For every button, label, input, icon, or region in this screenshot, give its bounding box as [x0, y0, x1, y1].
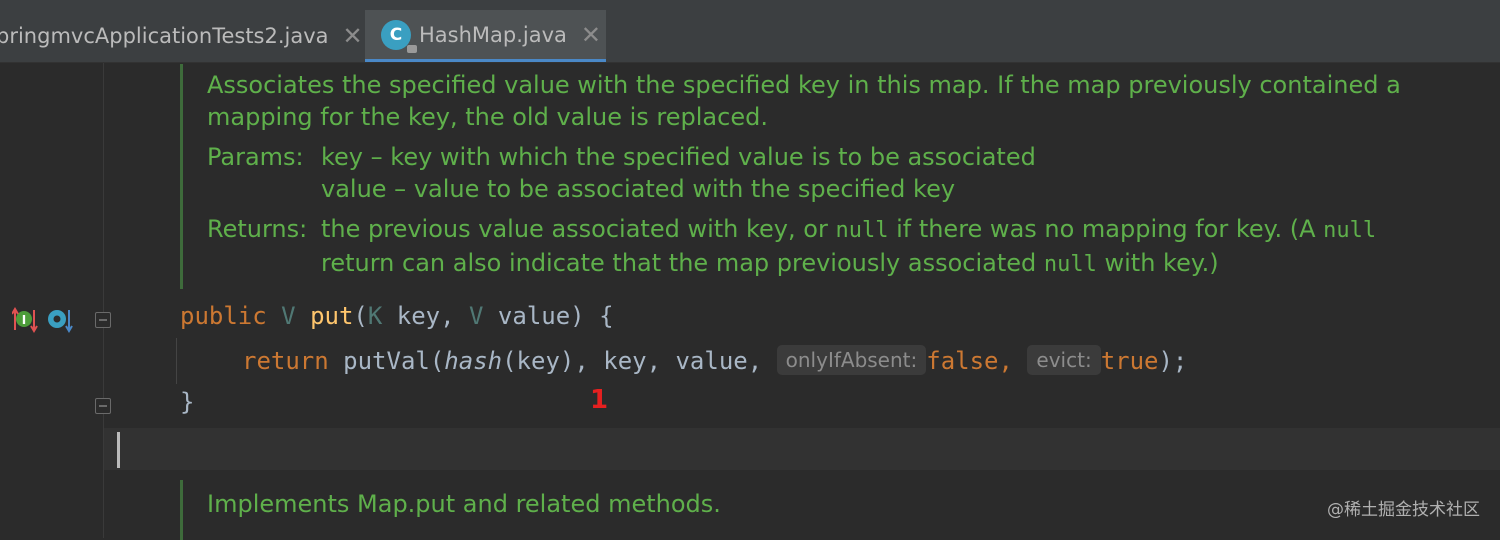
doc-params-row: value – value to be associated with the … [207, 173, 1450, 205]
tab-label: pringmvcApplicationTests2.java [0, 24, 329, 48]
annotation-marker: 1 [590, 385, 609, 415]
fold-icon[interactable] [95, 398, 111, 414]
returns-label: Returns: [207, 215, 308, 243]
code-line-signature: public V put(K key, V value) { [180, 302, 614, 330]
code-line-close-brace: } [180, 388, 195, 416]
text-cursor [117, 432, 120, 468]
params-label: Params: [207, 143, 304, 171]
editor-tab-bar: pringmvcApplicationTests2.java ✕ C HashM… [0, 0, 1500, 63]
indent-guide [176, 338, 177, 384]
close-icon[interactable]: ✕ [343, 22, 361, 50]
override-icon[interactable]: I [11, 306, 38, 338]
doc-returns-row: return can also indicate that the map pr… [207, 247, 1450, 279]
current-line-highlight [104, 428, 1500, 470]
returns-text: return can also indicate that the map pr… [321, 249, 1219, 277]
doc-params-row: Params: key – key with which the specifi… [207, 141, 1450, 173]
doc-line: Associates the specified value with the … [207, 71, 1401, 99]
tab-hashmap[interactable]: C HashMap.java ✕ [365, 10, 606, 62]
param-value: value – value to be associated with the … [321, 175, 956, 203]
param-key: key – key with which the specified value… [321, 143, 1036, 171]
javadoc-put: Associates the specified value with the … [180, 64, 1450, 289]
gutter-divider [103, 63, 104, 538]
tab-label: HashMap.java [419, 22, 567, 47]
tab-springmvc-tests[interactable]: pringmvcApplicationTests2.java ✕ [0, 10, 361, 62]
javadoc-putval: Implements Map.put and related methods. [180, 480, 1450, 540]
lock-icon [407, 44, 417, 53]
close-icon[interactable]: ✕ [581, 21, 601, 49]
doc-line: mapping for the key, the old value is re… [207, 103, 768, 131]
svg-text:I: I [22, 313, 26, 327]
watermark: @稀土掘金技术社区 [1327, 500, 1480, 520]
implemented-icon[interactable] [46, 306, 74, 338]
code-line-return: return putVal(hash(key), key, value, onl… [242, 345, 1188, 375]
class-icon: C [381, 19, 417, 53]
fold-icon[interactable] [95, 312, 111, 328]
parameter-hint: onlyIfAbsent: [776, 345, 927, 375]
doc-returns-row: Returns: the previous value associated w… [207, 213, 1450, 245]
parameter-hint: evict: [1027, 345, 1101, 375]
doc-line: Implements Map.put and related methods. [207, 490, 721, 518]
returns-text: the previous value associated with key, … [321, 215, 1377, 243]
